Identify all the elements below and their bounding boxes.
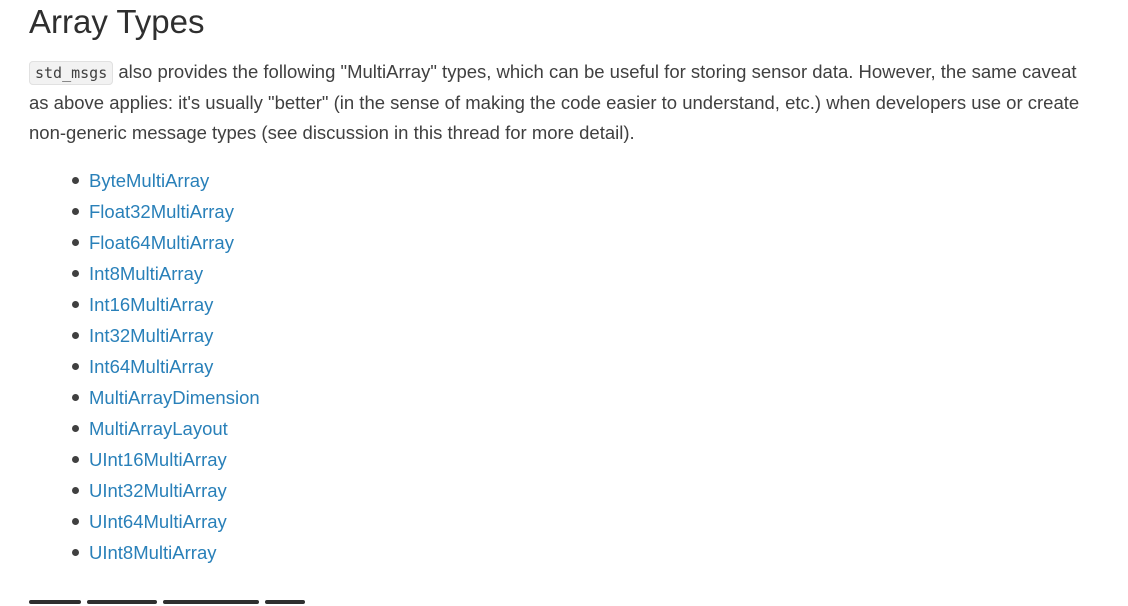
bullet-icon: [72, 208, 79, 215]
cutoff-glyph: [265, 600, 305, 604]
list-item: UInt64MultiArray: [72, 506, 1099, 537]
type-link[interactable]: UInt8MultiArray: [89, 542, 216, 563]
bullet-icon: [72, 425, 79, 432]
intro-text: also provides the following "MultiArray"…: [29, 61, 1080, 143]
bullet-icon: [72, 270, 79, 277]
bullet-icon: [72, 239, 79, 246]
list-item: ByteMultiArray: [72, 165, 1099, 196]
list-item: Int8MultiArray: [72, 258, 1099, 289]
type-link[interactable]: UInt16MultiArray: [89, 449, 227, 470]
type-link[interactable]: Float32MultiArray: [89, 201, 234, 222]
type-link[interactable]: ByteMultiArray: [89, 170, 209, 191]
list-item: MultiArrayLayout: [72, 413, 1099, 444]
list-item: Int32MultiArray: [72, 320, 1099, 351]
type-link[interactable]: Int32MultiArray: [89, 325, 213, 346]
next-heading-cutoff: [29, 586, 369, 606]
cutoff-glyph: [29, 600, 81, 604]
type-link[interactable]: Int8MultiArray: [89, 263, 203, 284]
type-link[interactable]: Int16MultiArray: [89, 294, 213, 315]
bullet-icon: [72, 332, 79, 339]
section-title: Array Types: [29, 3, 205, 40]
list-item: Float32MultiArray: [72, 196, 1099, 227]
inline-code-std-msgs: std_msgs: [29, 61, 114, 85]
main-content: Array Types std_msgs also provides the f…: [29, 0, 1099, 568]
multiarray-type-list: ByteMultiArray Float32MultiArray Float64…: [29, 165, 1099, 568]
list-item: MultiArrayDimension: [72, 382, 1099, 413]
type-link[interactable]: Int64MultiArray: [89, 356, 213, 377]
bullet-icon: [72, 301, 79, 308]
list-item: UInt16MultiArray: [72, 444, 1099, 475]
bullet-icon: [72, 487, 79, 494]
list-item: Float64MultiArray: [72, 227, 1099, 258]
bullet-icon: [72, 456, 79, 463]
bullet-icon: [72, 394, 79, 401]
bullet-icon: [72, 363, 79, 370]
type-link[interactable]: Float64MultiArray: [89, 232, 234, 253]
list-item: Int64MultiArray: [72, 351, 1099, 382]
bullet-icon: [72, 518, 79, 525]
type-link[interactable]: MultiArrayLayout: [89, 418, 228, 439]
list-item: Int16MultiArray: [72, 289, 1099, 320]
bullet-icon: [72, 549, 79, 556]
cutoff-glyph: [87, 600, 157, 604]
intro-paragraph: std_msgs also provides the following "Mu…: [29, 57, 1099, 148]
list-item: UInt32MultiArray: [72, 475, 1099, 506]
type-link[interactable]: UInt32MultiArray: [89, 480, 227, 501]
type-link[interactable]: MultiArrayDimension: [89, 387, 260, 408]
bullet-icon: [72, 177, 79, 184]
cutoff-glyph: [163, 600, 259, 604]
list-item: UInt8MultiArray: [72, 537, 1099, 568]
type-link[interactable]: UInt64MultiArray: [89, 511, 227, 532]
